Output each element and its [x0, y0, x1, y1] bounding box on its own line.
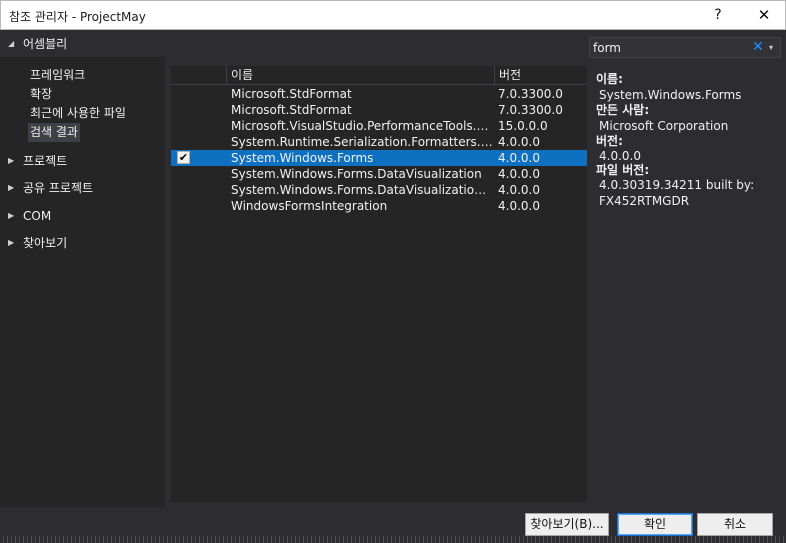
expanded-arrow-icon: ◢ [8, 39, 15, 48]
search-box[interactable]: ✕ ▾ [589, 37, 781, 58]
collapsed-arrow-icon: ▶ [8, 183, 15, 192]
sidebar-group-assemblies[interactable]: ◢ 어셈블리 [0, 31, 165, 57]
sidebar-group-label: COM [23, 209, 52, 223]
sidebar-group-label: 프로젝트 [23, 154, 68, 168]
cancel-button[interactable]: 취소 [697, 513, 773, 536]
list-item[interactable]: System.Windows.Forms.DataVisualization.D… [171, 182, 587, 198]
ok-button[interactable]: 확인 [617, 513, 693, 536]
reference-checkbox[interactable]: ✔ [177, 151, 190, 164]
assembly-version: 4.0.0.0 [498, 135, 540, 149]
close-button[interactable]: ✕ [741, 1, 786, 31]
assembly-version: 4.0.0.0 [498, 151, 540, 165]
reference-list: 이름 버전 Microsoft.StdFormat 7.0.3300.0 Mic… [171, 66, 587, 502]
detail-file-version-build: FX452RTMGDR [599, 194, 690, 208]
details-pane: 이름: System.Windows.Forms 만든 사람: Microsof… [589, 66, 786, 507]
column-header-version[interactable]: 버전 [494, 66, 587, 85]
search-input[interactable] [593, 40, 743, 55]
assembly-version: 7.0.3300.0 [498, 87, 563, 101]
collapsed-arrow-icon: ▶ [8, 211, 15, 220]
detail-file-version-label: 파일 버전: [596, 163, 650, 177]
assembly-name: System.Windows.Forms.DataVisualization.D… [231, 183, 493, 197]
sidebar-group-projects[interactable]: ▶ 프로젝트 [0, 148, 165, 174]
assembly-version: 4.0.0.0 [498, 167, 540, 181]
assembly-name: System.Windows.Forms.DataVisualization [231, 167, 482, 181]
list-item-selected[interactable]: ✔ System.Windows.Forms 4.0.0.0 [171, 150, 587, 166]
detail-file-version-value: 4.0.30319.34211 built by: [599, 178, 755, 192]
assembly-name: Microsoft.StdFormat [231, 103, 352, 117]
detail-version-value: 4.0.0.0 [599, 149, 641, 163]
sidebar-item-framework[interactable]: 프레임워크 [30, 66, 85, 85]
assembly-name: Microsoft.StdFormat [231, 87, 352, 101]
detail-author-value: Microsoft Corporation [599, 119, 729, 133]
column-header-check[interactable] [171, 66, 226, 85]
sidebar-group-label: 공유 프로젝트 [23, 181, 94, 195]
window-title: 참조 관리자 - ProjectMay [9, 10, 146, 24]
list-item[interactable]: Microsoft.StdFormat 7.0.3300.0 [171, 86, 587, 102]
assembly-name: Microsoft.VisualStudio.PerformanceTools.… [231, 119, 493, 133]
list-item[interactable]: Microsoft.VisualStudio.PerformanceTools.… [171, 118, 587, 134]
list-header: 이름 버전 [171, 66, 587, 85]
assembly-name: System.Windows.Forms [231, 151, 374, 165]
sidebar-group-com[interactable]: ▶ COM [0, 203, 165, 229]
list-item[interactable]: System.Windows.Forms.DataVisualization 4… [171, 166, 587, 182]
detail-name-label: 이름: [596, 72, 623, 86]
background-artifact-strip [0, 536, 786, 543]
sidebar-item-extensions[interactable]: 확장 [30, 85, 52, 104]
list-item[interactable]: Microsoft.StdFormat 7.0.3300.0 [171, 102, 587, 118]
sidebar-group-label: 어셈블리 [23, 37, 68, 51]
sidebar-item-recent[interactable]: 최근에 사용한 파일 [30, 104, 126, 123]
detail-version-label: 버전: [596, 134, 623, 148]
help-button[interactable]: ? [695, 1, 741, 31]
detail-author-label: 만든 사람: [596, 103, 650, 117]
assembly-version: 4.0.0.0 [498, 199, 540, 213]
list-item[interactable]: WindowsFormsIntegration 4.0.0.0 [171, 198, 587, 214]
search-options-dropdown-icon[interactable]: ▾ [769, 39, 773, 57]
column-header-name[interactable]: 이름 [226, 66, 494, 85]
list-toolbar-area [165, 31, 589, 65]
collapsed-arrow-icon: ▶ [8, 156, 15, 165]
assembly-version: 7.0.3300.0 [498, 103, 563, 117]
browse-button[interactable]: 찾아보기(B)... [525, 513, 609, 536]
collapsed-arrow-icon: ▶ [8, 238, 15, 247]
sidebar-group-shared-projects[interactable]: ▶ 공유 프로젝트 [0, 175, 165, 201]
title-bar: 참조 관리자 - ProjectMay ? ✕ [0, 0, 786, 30]
sidebar-group-label: 찾아보기 [23, 236, 68, 250]
assembly-version: 4.0.0.0 [498, 183, 540, 197]
assembly-name: System.Runtime.Serialization.Formatters.… [231, 135, 493, 149]
assembly-name: WindowsFormsIntegration [231, 199, 388, 213]
list-item[interactable]: System.Runtime.Serialization.Formatters.… [171, 134, 587, 150]
category-sidebar: ◢ 어셈블리 프레임워크 확장 최근에 사용한 파일 검색 결과 ▶ 프로젝트 … [0, 31, 165, 507]
sidebar-item-search-results[interactable]: 검색 결과 [28, 123, 80, 142]
detail-name-value: System.Windows.Forms [599, 88, 742, 102]
sidebar-group-browse[interactable]: ▶ 찾아보기 [0, 230, 165, 256]
clear-search-icon[interactable]: ✕ [752, 39, 764, 56]
assembly-version: 15.0.0.0 [498, 119, 548, 133]
